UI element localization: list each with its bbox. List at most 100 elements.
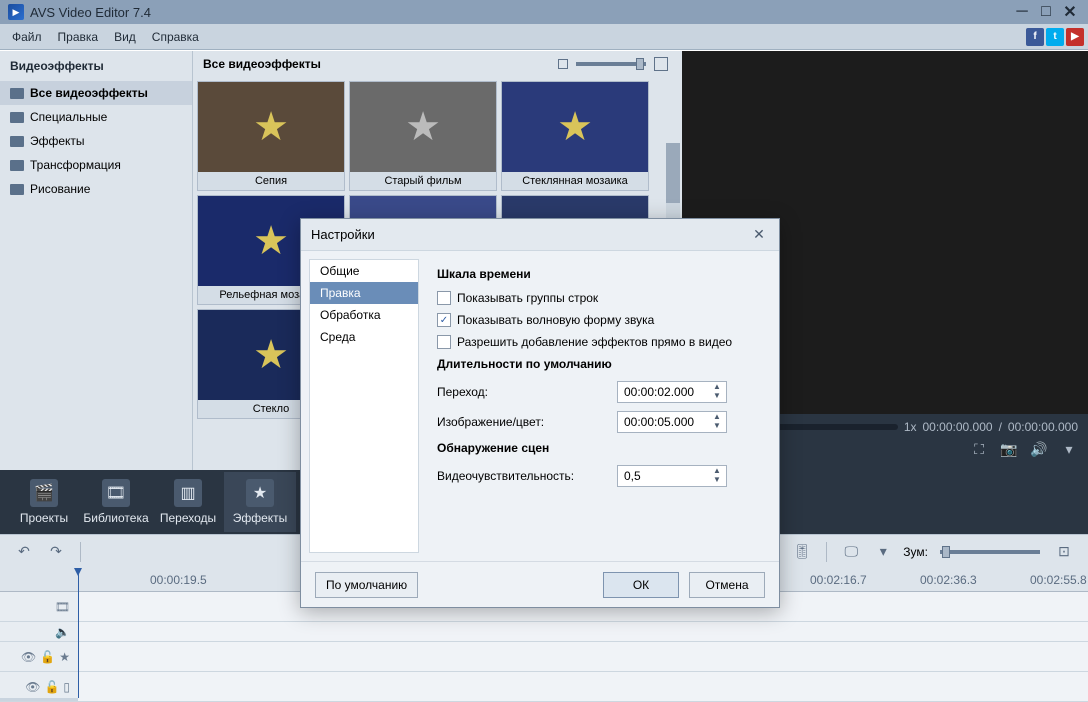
thumb-label: Старый фильм <box>350 172 496 190</box>
tab-effects[interactable]: ★Эффекты <box>224 472 296 532</box>
spin-down-icon[interactable]: ▼ <box>710 476 724 485</box>
spin-value: 0,5 <box>624 469 641 483</box>
spin-value: 00:00:02.000 <box>624 385 694 399</box>
current-time: 00:00:00.000 <box>923 420 993 434</box>
lock-icon: 🔓 <box>40 650 55 664</box>
section-scene-detect: Обнаружение сцен <box>437 441 761 455</box>
tab-projects[interactable]: 🎬Проекты <box>8 472 80 532</box>
menu-help[interactable]: Справка <box>144 27 207 47</box>
star-icon: ★ <box>59 650 70 664</box>
nav-general[interactable]: Общие <box>310 260 418 282</box>
monitor-icon[interactable]: 🖵 <box>839 541 863 563</box>
image-duration-input[interactable]: 00:00:05.000▲▼ <box>617 411 727 433</box>
dialog-title: Настройки <box>311 227 749 242</box>
spin-down-icon[interactable]: ▼ <box>710 392 724 401</box>
thumb-label: Стеклянная мозаика <box>502 172 648 190</box>
tree-item-drawing[interactable]: Рисование <box>0 177 192 201</box>
spin-down-icon[interactable]: ▼ <box>710 422 724 431</box>
speed-label: 1x <box>904 420 917 434</box>
playhead[interactable] <box>78 568 79 698</box>
youtube-icon[interactable]: ▶ <box>1066 28 1084 46</box>
minimize-button[interactable]: ─ <box>1012 2 1032 22</box>
zoom-slider[interactable] <box>940 550 1040 554</box>
field-transition-label: Переход: <box>437 385 617 399</box>
video-icon: 🎞 <box>55 600 70 614</box>
effect-thumb[interactable]: ★Старый фильм <box>349 81 497 191</box>
overlay-track[interactable]: 👁🔓★ <box>0 642 1088 672</box>
tab-library[interactable]: 🎞 Библиотека <box>80 472 152 532</box>
twitter-icon[interactable]: t <box>1046 28 1064 46</box>
checkbox-show-groups[interactable] <box>437 291 451 305</box>
tree-label: Эффекты <box>30 134 85 148</box>
nav-processing[interactable]: Обработка <box>310 304 418 326</box>
dialog-close-button[interactable]: ✕ <box>749 225 769 245</box>
chevron-down-icon[interactable]: ▾ <box>871 541 895 563</box>
checkbox-allow-direct-effects[interactable] <box>437 335 451 349</box>
text-track[interactable]: 👁🔓▯ <box>0 672 1088 702</box>
tree-item-all-effects[interactable]: Все видеоэффекты <box>0 81 192 105</box>
tab-label: Библиотека <box>83 511 148 525</box>
folder-icon <box>10 136 24 147</box>
snapshot-icon[interactable]: 📷 <box>1000 440 1018 458</box>
thumb-size-slider[interactable] <box>576 62 646 66</box>
tree-label: Рисование <box>30 182 90 196</box>
fit-zoom-icon[interactable]: ⊡ <box>1052 541 1076 563</box>
cancel-button[interactable]: Отмена <box>689 572 765 598</box>
fullscreen-icon[interactable]: ⛶ <box>970 440 988 458</box>
menu-bar: Файл Правка Вид Справка f t ▶ <box>0 24 1088 50</box>
tree-item-effects[interactable]: Эффекты <box>0 129 192 153</box>
chevron-down-icon[interactable]: ▾ <box>1060 440 1078 458</box>
nav-environment[interactable]: Среда <box>310 326 418 348</box>
text-icon: ▯ <box>63 680 70 694</box>
title-bar: ▶ AVS Video Editor 7.4 ─ □ ✕ <box>0 0 1088 24</box>
chk-label: Показывать волновую форму звука <box>457 313 654 327</box>
nav-edit[interactable]: Правка <box>310 282 418 304</box>
facebook-icon[interactable]: f <box>1026 28 1044 46</box>
ruler-tick: 00:02:36.3 <box>920 573 977 587</box>
app-title: AVS Video Editor 7.4 <box>30 5 1008 20</box>
tab-label: Эффекты <box>233 511 288 525</box>
tree-item-transform[interactable]: Трансформация <box>0 153 192 177</box>
tab-label: Переходы <box>160 511 216 525</box>
total-time: 00:00:00.000 <box>1008 420 1078 434</box>
tab-label: Проекты <box>20 511 68 525</box>
transition-duration-input[interactable]: 00:00:02.000▲▼ <box>617 381 727 403</box>
volume-icon[interactable]: 🔊 <box>1030 440 1048 458</box>
tree-item-special[interactable]: Специальные <box>0 105 192 129</box>
ruler-tick: 00:02:55.8 <box>1030 573 1087 587</box>
folder-icon <box>10 88 24 99</box>
effect-thumb[interactable]: ★Сепия <box>197 81 345 191</box>
dialog-titlebar: Настройки ✕ <box>301 219 779 251</box>
audio-mixer-icon[interactable]: 🎚 <box>790 541 814 563</box>
defaults-button[interactable]: По умолчанию <box>315 572 418 598</box>
ruler-tick: 00:00:19.5 <box>150 573 207 587</box>
maximize-button[interactable]: □ <box>1036 2 1056 22</box>
tree-label: Специальные <box>30 110 107 124</box>
audio-track[interactable]: 🔈 <box>0 622 1088 642</box>
ruler-tick: 00:02:16.7 <box>810 573 867 587</box>
size-small-icon[interactable] <box>558 59 568 69</box>
film-icon: 🎞 <box>102 479 130 507</box>
thumb-label: Сепия <box>198 172 344 190</box>
chk-label: Разрешить добавление эффектов прямо в ви… <box>457 335 732 349</box>
menu-file[interactable]: Файл <box>4 27 50 47</box>
settings-pane: Шкала времени Показывать группы строк ✓П… <box>419 251 779 561</box>
close-button[interactable]: ✕ <box>1060 2 1080 22</box>
sensitivity-input[interactable]: 0,5▲▼ <box>617 465 727 487</box>
content-header: Все видеоэффекты <box>193 51 682 77</box>
folder-icon <box>10 184 24 195</box>
menu-edit[interactable]: Правка <box>50 27 107 47</box>
chk-label: Показывать группы строк <box>457 291 598 305</box>
zoom-label: Зум: <box>903 545 928 559</box>
menu-view[interactable]: Вид <box>106 27 144 47</box>
app-logo-icon: ▶ <box>8 4 24 20</box>
settings-nav: Общие Правка Обработка Среда <box>309 259 419 553</box>
size-large-icon[interactable] <box>654 57 668 71</box>
tab-transitions[interactable]: ▥Переходы <box>152 472 224 532</box>
speaker-icon: 🔈 <box>55 625 70 639</box>
ok-button[interactable]: ОК <box>603 572 679 598</box>
redo-button[interactable]: ↷ <box>44 541 68 563</box>
effect-thumb[interactable]: ★Стеклянная мозаика <box>501 81 649 191</box>
checkbox-show-waveform[interactable]: ✓ <box>437 313 451 327</box>
undo-button[interactable]: ↶ <box>12 541 36 563</box>
